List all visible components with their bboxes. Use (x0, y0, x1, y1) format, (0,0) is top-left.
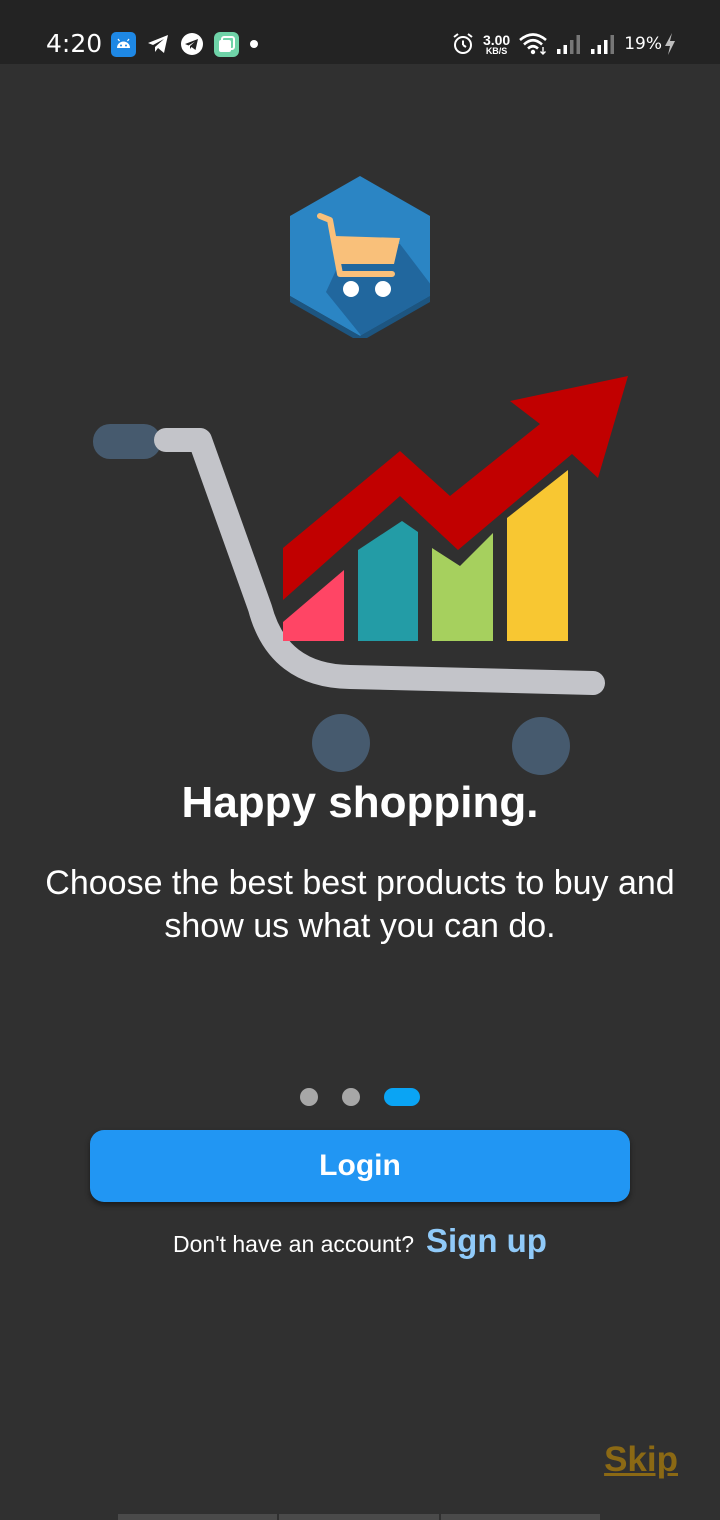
signup-prompt: Don't have an account? (173, 1231, 414, 1257)
android-icon (111, 31, 136, 57)
navigation-handle[interactable] (118, 1514, 602, 1520)
telegram-icon (148, 35, 168, 53)
cart-wheel-right (512, 717, 570, 775)
telegram-circle-icon (181, 33, 203, 55)
signal-icon (557, 35, 581, 54)
charging-icon (665, 33, 675, 55)
shopping-cart-growth-illustration (93, 376, 628, 775)
onboarding-title: Happy shopping. (181, 778, 539, 827)
wifi-icon (519, 33, 548, 55)
page-indicator-dot-active[interactable] (384, 1088, 420, 1106)
app-logo (290, 176, 430, 338)
signal-icon (591, 35, 615, 54)
system-icons: 3.00 KB/S 19% (443, 29, 676, 59)
skip-link[interactable]: Skip (604, 1440, 678, 1480)
page-indicator-dot[interactable] (300, 1088, 318, 1106)
notification-icons (111, 31, 269, 57)
signup-link[interactable]: Sign up (426, 1222, 547, 1260)
copy-app-icon (214, 31, 239, 57)
onboarding-description: Choose the best best products to buy and… (45, 864, 675, 945)
network-speed: 3.00 KB/S (483, 33, 510, 56)
nav-handle-segment (118, 1514, 278, 1520)
chart-bar-teal (358, 521, 418, 641)
page-indicator-dot[interactable] (342, 1088, 360, 1106)
network-speed-unit: KB/S (485, 45, 508, 56)
dot-icon (250, 40, 258, 48)
nav-handle-segment (279, 1514, 439, 1520)
cart-handle-grip (93, 424, 161, 459)
chart-bar-green (432, 533, 493, 641)
nav-handle-segment (440, 1514, 600, 1520)
status-time: 4:20 (46, 29, 103, 58)
network-speed-value: 3.00 (482, 31, 511, 48)
signup-row: Don't have an account? Sign up (0, 1222, 720, 1260)
login-button[interactable]: Login (90, 1130, 630, 1202)
battery-level: 19% (624, 34, 662, 54)
cart-wheel-left (312, 714, 370, 772)
page-indicator (300, 1088, 420, 1106)
status-bar: 4:20 3.00 KB/S 19% (0, 0, 720, 64)
alarm-icon (453, 33, 473, 54)
